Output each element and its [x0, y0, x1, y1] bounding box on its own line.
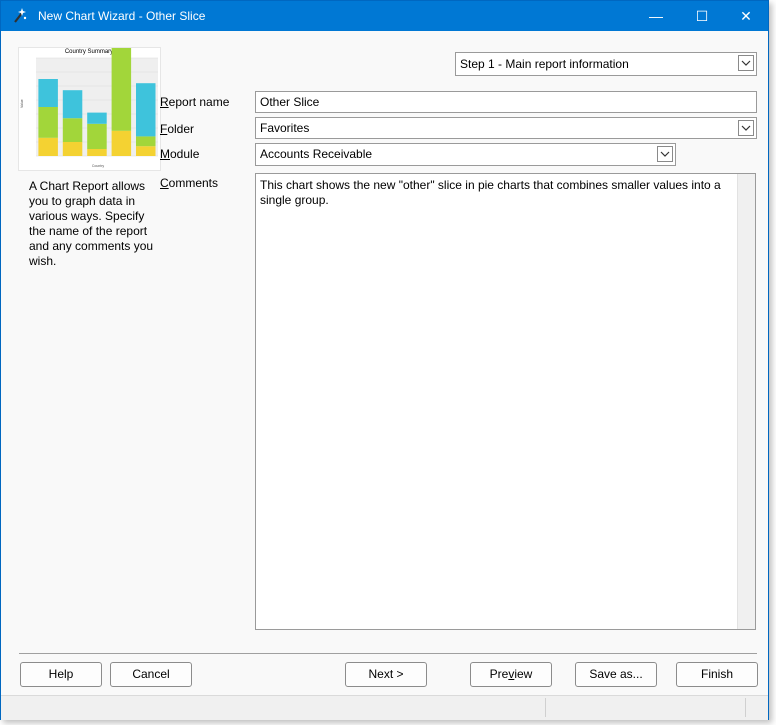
- comments-label: Comments: [160, 176, 219, 190]
- finish-button[interactable]: Finish: [676, 662, 758, 687]
- wizard-window: New Chart Wizard - Other Slice — ☐ ✕ Cou…: [0, 0, 769, 720]
- module-label: Module: [160, 147, 200, 161]
- status-bar: [1, 695, 768, 720]
- preview-bar-segment: [111, 130, 132, 156]
- close-button[interactable]: ✕: [723, 1, 769, 31]
- chevron-down-icon: [741, 60, 751, 66]
- preview-chart: Country Summary Country Value: [20, 32, 158, 168]
- preview-chart-title: Country Summary: [65, 49, 113, 55]
- module-dropdown-button[interactable]: [657, 146, 673, 162]
- preview-bar-segment: [62, 142, 83, 156]
- status-divider: [545, 698, 546, 717]
- status-divider: [745, 698, 746, 717]
- maximize-button[interactable]: ☐: [679, 1, 725, 31]
- preview-bar-segment: [87, 123, 107, 149]
- chart-preview-image: Country Summary Country Value: [18, 32, 161, 171]
- footer-separator: [19, 653, 757, 654]
- module-select-value: Accounts Receivable: [260, 147, 373, 161]
- step-select[interactable]: Step 1 - Main report information: [455, 52, 757, 76]
- step-select-dropdown-button[interactable]: [738, 55, 754, 71]
- preview-bar-segment: [62, 90, 83, 119]
- next-button[interactable]: Next >: [345, 662, 427, 687]
- wizard-wand-icon: [11, 7, 29, 25]
- preview-bar-segment: [136, 83, 156, 137]
- chevron-down-icon: [741, 125, 751, 131]
- preview-chart-xlabel: Country: [92, 164, 105, 168]
- module-select[interactable]: Accounts Receivable: [255, 143, 676, 166]
- step-select-value: Step 1 - Main report information: [460, 57, 629, 71]
- cancel-button[interactable]: Cancel: [110, 662, 192, 687]
- window-title: New Chart Wizard - Other Slice: [38, 9, 206, 23]
- report-name-label: Report name: [160, 95, 230, 109]
- folder-label: Folder: [160, 122, 195, 136]
- preview-bar-segment: [111, 44, 132, 131]
- folder-select-value: Favorites: [260, 121, 310, 135]
- wizard-description: A Chart Report allows you to graph data …: [29, 179, 154, 268]
- preview-bar-segment: [87, 112, 107, 124]
- preview-bar-segment: [136, 136, 156, 147]
- preview-bar-segment: [87, 149, 107, 156]
- minimize-button[interactable]: —: [633, 1, 679, 31]
- preview-button[interactable]: Preview: [470, 662, 552, 687]
- chevron-down-icon: [660, 151, 670, 157]
- help-button[interactable]: Help: [20, 662, 102, 687]
- preview-bar-segment: [38, 137, 58, 156]
- comments-text: This chart shows the new "other" slice i…: [260, 178, 721, 207]
- comments-scrollbar[interactable]: [737, 174, 755, 629]
- preview-bar-segment: [38, 107, 58, 138]
- preview-bar-segment: [38, 79, 58, 107]
- save-as-button[interactable]: Save as...: [575, 662, 657, 687]
- preview-bar-segment: [62, 118, 83, 142]
- preview-bar-segment: [136, 146, 156, 156]
- report-name-input[interactable]: Other Slice: [255, 91, 757, 113]
- folder-select[interactable]: Favorites: [255, 117, 757, 139]
- title-bar[interactable]: New Chart Wizard - Other Slice — ☐ ✕: [1, 1, 768, 31]
- folder-dropdown-button[interactable]: [738, 120, 754, 136]
- preview-chart-ylabel: Value: [20, 99, 24, 108]
- comments-textarea[interactable]: This chart shows the new "other" slice i…: [255, 173, 756, 630]
